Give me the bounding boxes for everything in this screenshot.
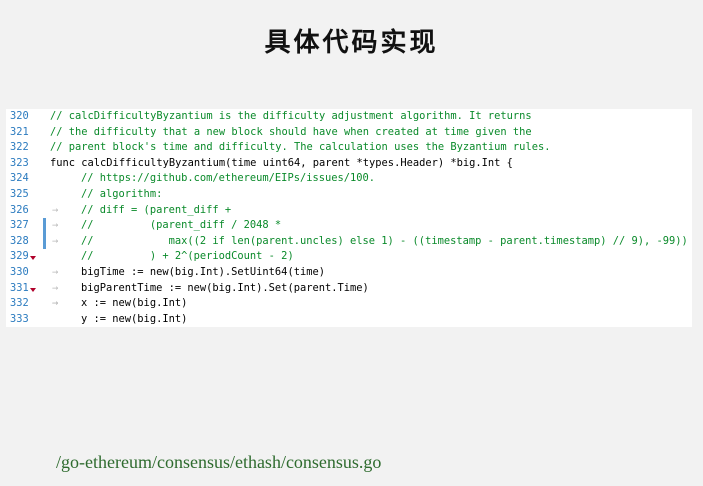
line-number: 322 xyxy=(10,141,29,154)
line-number: 323 xyxy=(10,156,29,169)
code-line: 330 → bigTime := new(big.Int).SetUint64(… xyxy=(6,265,692,309)
code-text: // max((2 if len(parent.uncles) else 1) … xyxy=(81,234,688,247)
code-text: // calcDifficultyByzantium is the diffic… xyxy=(50,110,532,122)
line-number: 327 xyxy=(10,219,29,232)
breakpoint-marker[interactable] xyxy=(30,256,36,261)
code-text: // ) + 2^(periodCount - 2) xyxy=(81,250,294,263)
code-text: // parent block's time and difficulty. T… xyxy=(50,141,551,154)
code-line: 326 → // diff = (parent_diff + xyxy=(6,203,692,247)
code-text: bigTime := new(big.Int).SetUint64(time) xyxy=(81,265,325,278)
change-marker xyxy=(43,233,46,250)
code-line: 332 → x := new(big.Int) xyxy=(6,296,692,312)
code-line: 328 → // max((2 if len(parent.uncles) el… xyxy=(6,233,692,294)
code-line: 323 func calcDifficultyByzantium(time ui… xyxy=(6,156,692,172)
slide-title: 具体代码实现 xyxy=(264,28,439,58)
code-line: 325 → // algorithm: xyxy=(6,187,692,231)
change-marker xyxy=(43,218,46,234)
code-text: // (parent_diff / 2048 * xyxy=(81,219,282,232)
line-number: 326 xyxy=(10,203,29,216)
line-number: 333 xyxy=(10,312,29,325)
code-line: 331 → bigParentTime := new(big.Int).Set(… xyxy=(6,281,692,297)
line-number: 328 xyxy=(10,234,29,247)
code-line: 321 // the difficulty that a new block s… xyxy=(6,125,692,141)
code-text: // the difficulty that a new block shoul… xyxy=(50,125,532,138)
source-file-path: /go-ethereum/consensus/ethash/consensus.… xyxy=(56,452,382,472)
line-number: 321 xyxy=(10,125,29,138)
code-text: // https://github.com/ethereum/EIPs/issu… xyxy=(81,172,376,185)
code-line: 324 → // https://github.com/ethereum/EIP… xyxy=(6,171,692,215)
line-number: 330 xyxy=(10,265,29,278)
code-text: func calcDifficultyByzantium(time uint64… xyxy=(50,156,513,169)
line-number: 332 xyxy=(10,297,29,310)
line-number: 324 xyxy=(10,172,29,185)
line-number: 320 xyxy=(10,110,29,122)
breakpoint-marker[interactable] xyxy=(30,287,36,292)
code-line: 333 → y := new(big.Int) xyxy=(6,312,692,327)
code-text: // diff = (parent_diff + xyxy=(81,203,232,216)
line-number: 325 xyxy=(10,187,29,200)
code-text: x := new(big.Int) xyxy=(81,297,188,310)
code-line: 320 // calcDifficultyByzantium is the di… xyxy=(6,109,692,125)
code-text: // algorithm: xyxy=(81,187,163,200)
code-line: 327 → // (parent_diff / 2048 * xyxy=(6,218,692,278)
code-editor[interactable]: 320 // calcDifficultyByzantium is the di… xyxy=(6,109,692,327)
code-line: 329 → // ) + 2^(periodCount - 2) xyxy=(6,249,692,309)
code-text: bigParentTime := new(big.Int).Set(parent… xyxy=(81,281,369,294)
code-text: y := new(big.Int) xyxy=(81,312,188,325)
code-line: 322 // parent block's time and difficult… xyxy=(6,140,692,156)
